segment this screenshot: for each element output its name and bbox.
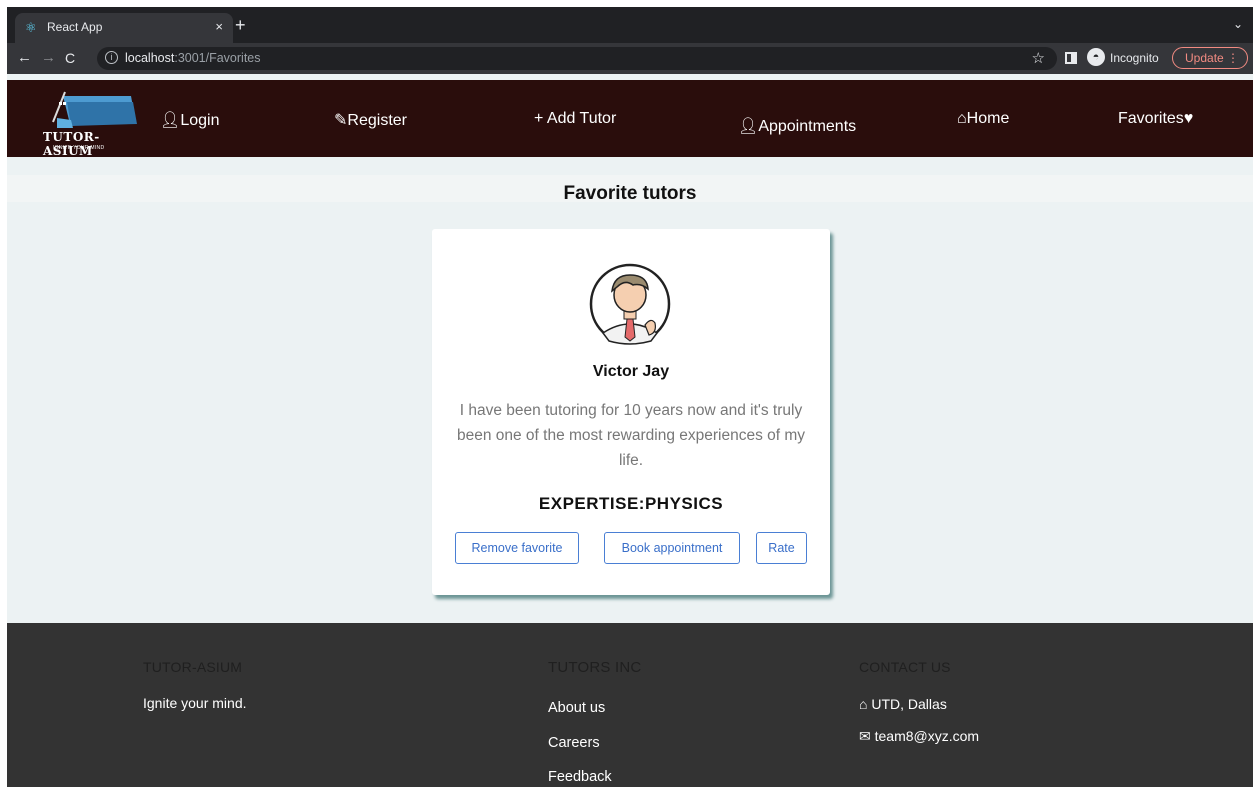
new-tab-button[interactable]: + [235,16,246,34]
rate-button[interactable]: Rate [756,532,807,564]
footer-link-careers[interactable]: Careers [548,735,600,751]
pencil-icon: ✎ [334,112,348,129]
nav-favorites-label: Favorites [1118,110,1184,127]
tutor-expertise: EXPERTISE:PHYSICS [538,494,724,513]
footer-brand-heading: TUTOR-ASIUM [143,659,243,675]
url-text: localhost:3001/Favorites [125,51,261,65]
footer-contact-heading: CONTACT US [859,659,951,675]
nav-add-tutor[interactable]: + Add Tutor [534,110,616,128]
more-icon: ⋮ [1227,51,1239,65]
house-logo-icon [52,91,137,128]
nav-appointments[interactable]: 👤︎Appointments [738,116,856,136]
browser-tab[interactable]: ⚛ React App × [15,13,233,43]
browser-toolbar: ← → C i localhost:3001/Favorites ☆ ◓ Inc… [7,43,1253,74]
chevron-down-icon[interactable]: ⌄ [1233,17,1243,31]
reload-icon[interactable]: C [65,49,75,67]
nav-appointments-label: Appointments [758,118,857,135]
site-navbar: TUTOR-ASIUM IGNITE YOUR MIND 👤︎Login ✎Re… [7,80,1253,158]
tab-title: React App [47,20,103,34]
footer-tagline: Ignite your mind. [143,695,247,711]
remove-favorite-button[interactable]: Remove favorite [455,532,579,564]
update-label: Update [1185,51,1224,65]
footer-email-text: team8@xyz.com [874,728,980,744]
footer-email[interactable]: ✉ team8@xyz.com [859,728,979,745]
star-icon[interactable]: ☆ [1032,49,1045,67]
envelope-icon: ✉ [859,728,875,744]
footer-link-feedback[interactable]: Feedback [548,769,612,785]
react-icon: ⚛ [25,20,37,35]
footer-link-about[interactable]: About us [548,700,605,716]
back-icon[interactable]: ← [17,49,32,67]
url-path: :3001/Favorites [174,51,261,65]
nav-favorites[interactable]: Favorites♥ [1118,110,1193,128]
close-tab-icon[interactable]: × [215,19,223,34]
logo-tagline: IGNITE YOUR MIND [53,145,105,151]
tutor-avatar [589,263,671,345]
user-icon: 👤︎ [738,118,759,135]
user-icon: 👤︎ [160,112,181,129]
nav-home-label: Home [966,110,1010,127]
nav-login-label: Login [180,112,220,129]
update-button[interactable]: Update ⋮ [1172,47,1248,69]
home-icon: ⌂ [957,110,967,127]
logo-text: TUTOR-ASIUM [43,130,100,158]
tutor-card: Victor Jay I have been tutoring for 10 y… [432,229,830,595]
site-footer: TUTOR-ASIUM Ignite your mind. TUTORS INC… [7,623,1253,787]
url-host: localhost [125,51,175,65]
tab-strip: ⚛ React App × + ⌄ [7,7,1253,43]
footer-address: ⌂ UTD, Dallas [859,696,947,712]
site-logo[interactable]: TUTOR-ASIUM IGNITE YOUR MIND [43,88,139,158]
incognito-label: Incognito [1110,51,1159,65]
home-icon: ⌂ [859,696,872,712]
forward-icon[interactable]: → [41,49,56,67]
book-appointment-button[interactable]: Book appointment [604,532,740,564]
footer-address-text: UTD, Dallas [871,696,947,712]
heart-icon: ♥ [1183,110,1194,127]
nav-login[interactable]: 👤︎Login [160,110,219,130]
footer-company-heading: TUTORS INC [548,659,642,676]
tutor-bio: I have been tutoring for 10 years now an… [456,402,806,469]
page-content: TUTOR-ASIUM IGNITE YOUR MIND 👤︎Login ✎Re… [7,74,1253,787]
address-bar[interactable]: i localhost:3001/Favorites ☆ [97,47,1057,70]
side-panel-icon[interactable] [1065,52,1077,64]
incognito-icon[interactable]: ◓ [1087,48,1105,66]
page-title: Favorite tutors [563,183,697,204]
nav-register[interactable]: ✎Register [334,110,407,130]
browser-window: ⚛ React App × + ⌄ ← → C i localhost:3001… [7,7,1253,787]
tutor-name: Victor Jay [592,363,670,380]
nav-register-label: Register [347,112,407,129]
nav-home[interactable]: ⌂Home [957,110,1009,128]
info-icon[interactable]: i [105,51,118,64]
